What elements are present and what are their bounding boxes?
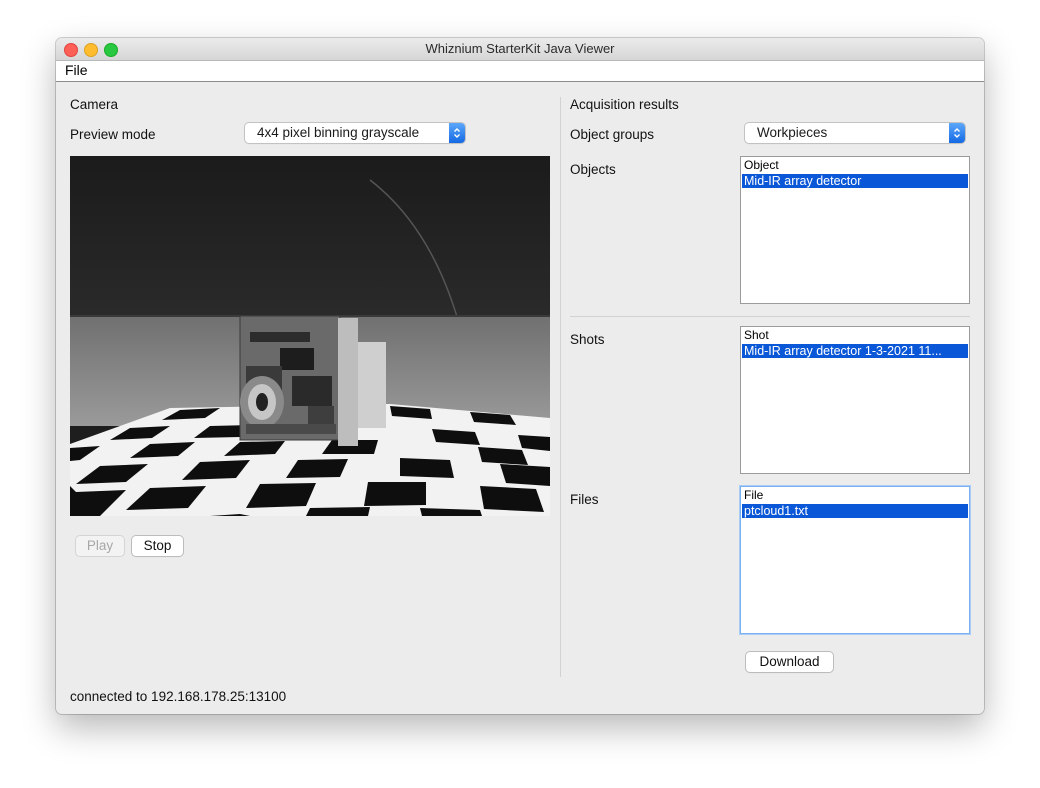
preview-mode-value: 4x4 pixel binning grayscale — [257, 125, 420, 140]
connection-status: connected to 192.168.178.25:13100 — [70, 689, 287, 704]
stop-button[interactable]: Stop — [132, 536, 183, 556]
list-item[interactable]: ptcloud1.txt — [742, 504, 968, 518]
object-groups-label: Object groups — [570, 127, 655, 142]
horizontal-divider — [570, 316, 970, 317]
play-button[interactable]: Play — [76, 536, 124, 556]
close-window-button[interactable] — [64, 43, 78, 57]
shots-label: Shots — [570, 332, 605, 347]
camera-preview — [70, 156, 550, 516]
camera-preview-image — [70, 156, 550, 516]
menu-file[interactable]: File — [65, 62, 88, 78]
files-label: Files — [570, 492, 599, 507]
shots-list[interactable]: Shot Mid-IR array detector 1-3-2021 11..… — [740, 326, 970, 474]
files-list[interactable]: File ptcloud1.txt — [740, 486, 970, 634]
objects-list[interactable]: Object Mid-IR array detector — [740, 156, 970, 304]
shots-column-header[interactable]: Shot — [744, 328, 769, 342]
window-title: Whiznium StarterKit Java Viewer — [425, 41, 615, 56]
minimize-window-button[interactable] — [84, 43, 98, 57]
object-groups-select[interactable]: Workpieces — [745, 123, 965, 143]
list-item[interactable]: Mid-IR array detector — [742, 174, 968, 188]
chevron-updown-icon — [449, 123, 465, 143]
acquisition-results-heading: Acquisition results — [570, 97, 679, 112]
vertical-divider — [560, 97, 561, 677]
menu-bar: File — [56, 61, 984, 82]
app-window: Whiznium StarterKit Java Viewer File Cam… — [56, 38, 984, 714]
camera-heading: Camera — [70, 97, 119, 112]
preview-mode-label: Preview mode — [70, 127, 156, 142]
preview-mode-select[interactable]: 4x4 pixel binning grayscale — [245, 123, 465, 143]
files-column-header[interactable]: File — [744, 488, 763, 502]
objects-label: Objects — [570, 162, 616, 177]
title-bar: Whiznium StarterKit Java Viewer — [56, 38, 984, 61]
zoom-window-button[interactable] — [104, 43, 118, 57]
object-groups-value: Workpieces — [757, 125, 828, 140]
download-button[interactable]: Download — [746, 652, 833, 672]
chevron-updown-icon — [949, 123, 965, 143]
list-item[interactable]: Mid-IR array detector 1-3-2021 11... — [742, 344, 968, 358]
objects-column-header[interactable]: Object — [744, 158, 779, 172]
